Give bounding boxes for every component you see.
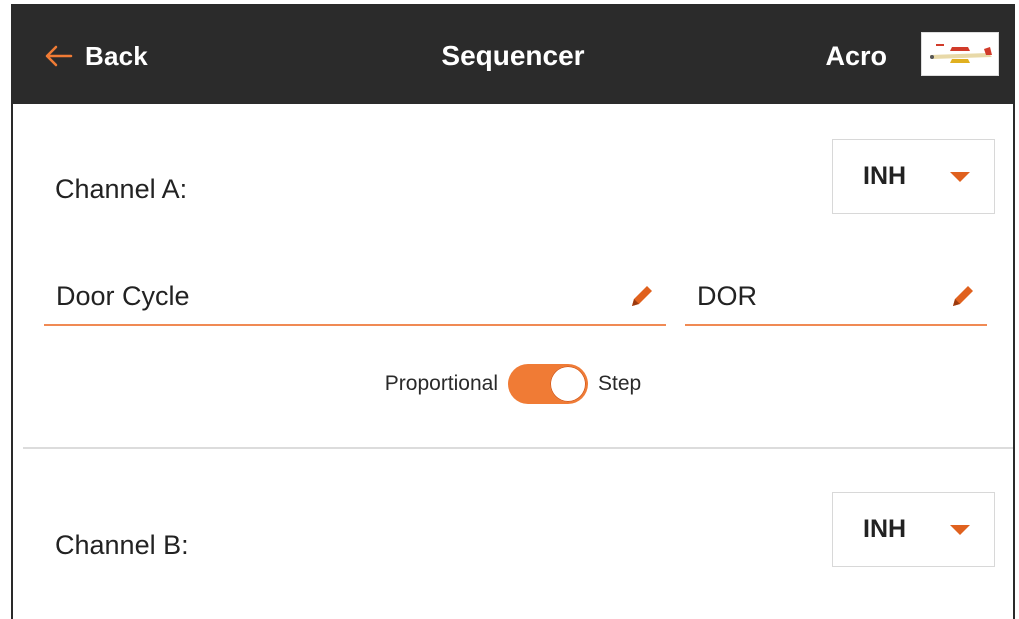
airplane-icon xyxy=(922,33,998,75)
channel-a-label: Channel A: xyxy=(55,174,188,204)
caret-down-icon xyxy=(950,525,970,535)
channel-a-dropdown[interactable]: INH xyxy=(832,139,995,214)
app-frame: Back Sequencer Acro Channel A: INH Door … xyxy=(11,4,1015,619)
mode-toggle-row: Proportional Step xyxy=(13,362,1013,406)
short-name-field[interactable]: DOR xyxy=(685,276,987,326)
top-bar: Back Sequencer Acro xyxy=(13,6,1013,104)
pencil-icon[interactable] xyxy=(949,282,977,310)
model-name: Acro xyxy=(825,41,887,71)
channel-b-dropdown-value: INH xyxy=(863,515,907,543)
toggle-knob xyxy=(550,366,587,402)
channel-b-dropdown[interactable]: INH xyxy=(832,492,995,567)
proportional-step-toggle[interactable] xyxy=(508,364,589,404)
toggle-proportional-label: Proportional xyxy=(384,372,499,395)
channel-b-label: Channel B: xyxy=(55,530,189,560)
toggle-step-label: Step xyxy=(598,372,642,395)
pencil-icon[interactable] xyxy=(628,282,656,310)
caret-down-icon xyxy=(950,172,970,182)
model-thumbnail[interactable] xyxy=(921,32,999,76)
section-divider xyxy=(23,447,1013,449)
sequence-name-value: Door Cycle xyxy=(56,281,190,311)
channel-a-dropdown-value: INH xyxy=(863,162,907,190)
short-name-value: DOR xyxy=(697,281,757,311)
sequence-name-field[interactable]: Door Cycle xyxy=(44,276,666,326)
